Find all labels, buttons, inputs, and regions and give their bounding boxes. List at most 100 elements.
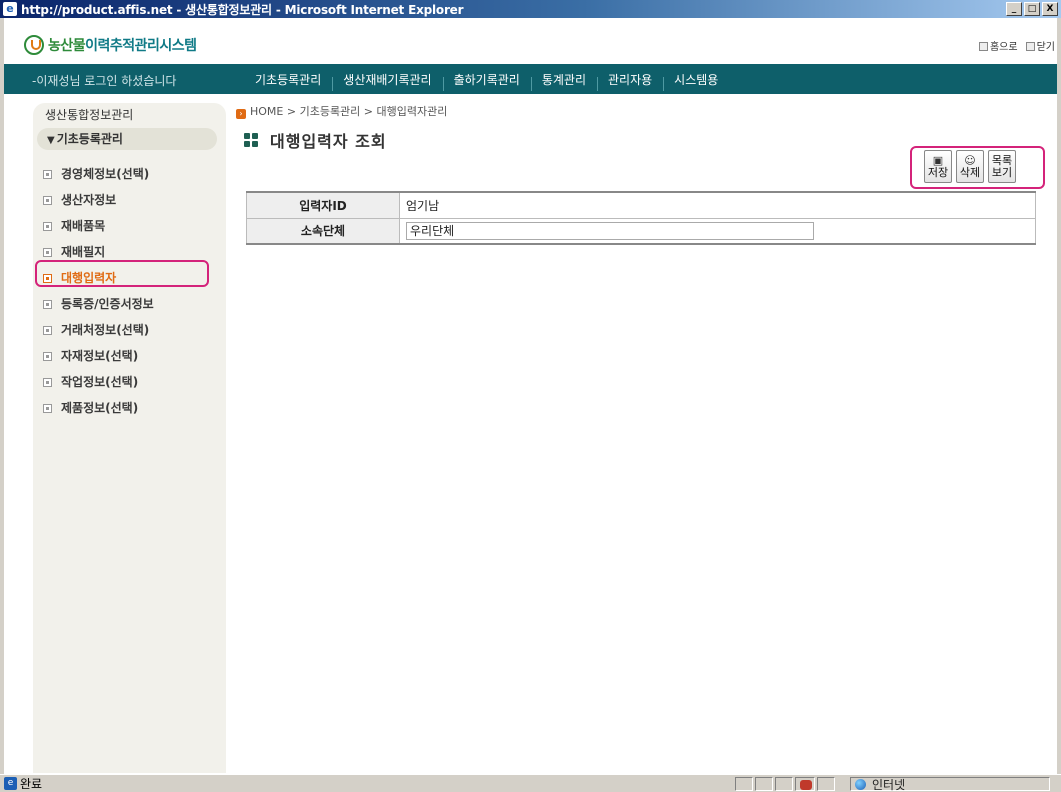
maximize-button[interactable]: □ xyxy=(1024,2,1040,16)
menu-item-shipping-records[interactable]: 출하기록관리 xyxy=(442,71,531,91)
logo-text-rest: 이력추적관리시스템 xyxy=(85,38,197,54)
page-title: 대행입력자 조회 xyxy=(244,128,387,152)
bullet-icon xyxy=(43,169,52,179)
save-button-label: 저장 xyxy=(927,165,949,179)
sidebar-item-label: 생산자정보 xyxy=(61,193,117,207)
sidebar-item-label: 재배품목 xyxy=(61,219,106,233)
field-value-inputter-id: 엄기남 xyxy=(399,191,1036,219)
sidebar-item-materials[interactable]: 자재정보(선택) xyxy=(43,343,223,369)
sidebar-item-label: 자재정보(선택) xyxy=(61,349,139,363)
security-zone: 인터넷 xyxy=(850,777,1050,792)
home-link-label: 홈으로 xyxy=(989,42,1018,53)
breadcrumb-text: HOME > 기초등록관리 > 대행입력자관리 xyxy=(250,105,448,118)
sidebar-item-label: 등록증/인증서정보 xyxy=(61,297,154,311)
table-row: 소속단체 xyxy=(246,217,1036,245)
logo-text-highlight: 농산물 xyxy=(48,38,86,54)
breadcrumb-arrow-icon: › xyxy=(236,109,246,119)
menu-item-basic-registration[interactable]: 기초등록관리 xyxy=(244,71,332,88)
delete-button-label: 삭제 xyxy=(959,165,981,179)
sidebar-item-label: 재배필지 xyxy=(61,245,106,259)
close-window-button[interactable]: X xyxy=(1042,2,1058,16)
logo-icon xyxy=(24,35,44,55)
menu-item-statistics[interactable]: 통계관리 xyxy=(530,71,597,91)
main-nav: -이재성님 로그인 하셨습니다 기초등록관리 생산재배기록관리 출하기록관리 통… xyxy=(4,64,1057,94)
sidebar-item-products[interactable]: 제품정보(선택) xyxy=(43,395,223,421)
sidebar-item-certificates[interactable]: 등록증/인증서정보 xyxy=(43,291,223,317)
close-link-label: 닫기 xyxy=(1036,42,1055,53)
save-button[interactable]: ▣ 저장 xyxy=(924,150,952,183)
ie-icon: e xyxy=(3,2,17,16)
action-toolbar: ▣ 저장 ☺ 삭제 목록 보기 xyxy=(924,150,1016,183)
window-controls: _ □ X xyxy=(1006,2,1058,16)
menu: 기초등록관리 생산재배기록관리 출하기록관리 통계관리 관리자용 시스템용 xyxy=(244,64,729,94)
window-title: http://product.affis.net - 생산통합정보관리 - Mi… xyxy=(21,2,464,17)
sidebar-item-label: 경영체정보(선택) xyxy=(61,167,150,181)
status-panel xyxy=(817,777,835,791)
bullet-icon xyxy=(43,299,52,309)
sidebar-item-parcels[interactable]: 재배필지 xyxy=(43,239,223,265)
list-view-button[interactable]: 목록 보기 xyxy=(988,150,1016,183)
save-disk-icon: ▣ xyxy=(932,153,944,167)
title-grid-icon xyxy=(244,133,258,147)
security-panel xyxy=(795,777,815,791)
page-title-text: 대행입력자 조회 xyxy=(270,132,387,151)
top-links: 홈으로 닫기 xyxy=(978,38,1055,53)
field-label-inputter-id: 입력자ID xyxy=(246,191,400,219)
site-logo[interactable]: 농산물이력추적관리시스템 xyxy=(24,35,197,55)
menu-item-cultivation-records[interactable]: 생산재배기록관리 xyxy=(332,71,442,91)
bullet-icon xyxy=(43,377,52,387)
affiliation-input[interactable] xyxy=(406,221,814,240)
list-button-label-line1: 목록 xyxy=(991,153,1013,167)
status-text: 완료 xyxy=(20,777,43,791)
login-message: -이재성님 로그인 하셨습니다 xyxy=(32,74,177,88)
sidebar-item-crops[interactable]: 재배품목 xyxy=(43,213,223,239)
sidebar-item-clients[interactable]: 거래처정보(선택) xyxy=(43,317,223,343)
home-icon xyxy=(978,42,988,51)
category-arrow-icon: ▼ xyxy=(47,135,55,146)
bullet-icon xyxy=(43,195,52,205)
sidebar-category-label: 기초등록관리 xyxy=(56,132,123,146)
bullet-icon xyxy=(43,221,52,231)
security-icon xyxy=(800,780,812,790)
bullet-icon xyxy=(43,351,52,361)
field-value-affiliation-cell xyxy=(399,217,1036,245)
sidebar-title: 생산통합정보관리 xyxy=(45,108,134,122)
window-title-bar: e http://product.affis.net - 생산통합정보관리 - … xyxy=(0,0,1061,18)
close-link[interactable]: 닫기 xyxy=(1025,38,1055,53)
globe-icon xyxy=(855,778,866,790)
detail-table: 입력자ID 엄기남 소속단체 xyxy=(246,191,1036,245)
home-link[interactable]: 홈으로 xyxy=(978,38,1018,53)
status-bar: e 완료 인터넷 xyxy=(0,774,1061,792)
menu-item-system[interactable]: 시스템용 xyxy=(663,71,729,91)
sidebar-item-label: 대행입력자 xyxy=(61,271,117,285)
breadcrumb: › HOME > 기초등록관리 > 대행입력자관리 xyxy=(236,103,447,119)
delete-icon: ☺ xyxy=(964,153,976,167)
site-header: 농산물이력추적관리시스템 홈으로 닫기 xyxy=(4,18,1057,64)
page-status-icon: e xyxy=(4,777,17,790)
zone-label: 인터넷 xyxy=(872,777,906,792)
bullet-icon xyxy=(43,273,52,283)
field-label-affiliation: 소속단체 xyxy=(246,217,400,245)
delete-button[interactable]: ☺ 삭제 xyxy=(956,150,984,183)
sidebar-item-proxy-inputter[interactable]: 대행입력자 xyxy=(43,265,223,291)
status-panels xyxy=(735,777,835,791)
sidebar: 생산통합정보관리 ▼ 기초등록관리 경영체정보(선택) 생산자정보 재배품목 재배… xyxy=(33,103,226,773)
status-panel xyxy=(755,777,773,791)
logo-text: 농산물이력추적관리시스템 xyxy=(48,35,197,55)
close-icon xyxy=(1025,42,1035,51)
sidebar-category[interactable]: ▼ 기초등록관리 xyxy=(37,128,217,150)
sidebar-item-tasks[interactable]: 작업정보(선택) xyxy=(43,369,223,395)
sidebar-item-producer-info[interactable]: 생산자정보 xyxy=(43,187,223,213)
sidebar-item-business-info[interactable]: 경영체정보(선택) xyxy=(43,161,223,187)
bullet-icon xyxy=(43,247,52,257)
sidebar-item-label: 거래처정보(선택) xyxy=(61,323,150,337)
sidebar-item-label: 제품정보(선택) xyxy=(61,401,139,415)
bullet-icon xyxy=(43,403,52,413)
bullet-icon xyxy=(43,325,52,335)
sidebar-menu: 경영체정보(선택) 생산자정보 재배품목 재배필지 대행입력자 등록증/인증서정… xyxy=(43,161,223,421)
minimize-button[interactable]: _ xyxy=(1006,2,1022,16)
list-button-label-line2: 보기 xyxy=(991,165,1013,179)
menu-item-admin[interactable]: 관리자용 xyxy=(597,71,663,91)
table-row: 입력자ID 엄기남 xyxy=(246,191,1036,219)
status-panel xyxy=(775,777,793,791)
